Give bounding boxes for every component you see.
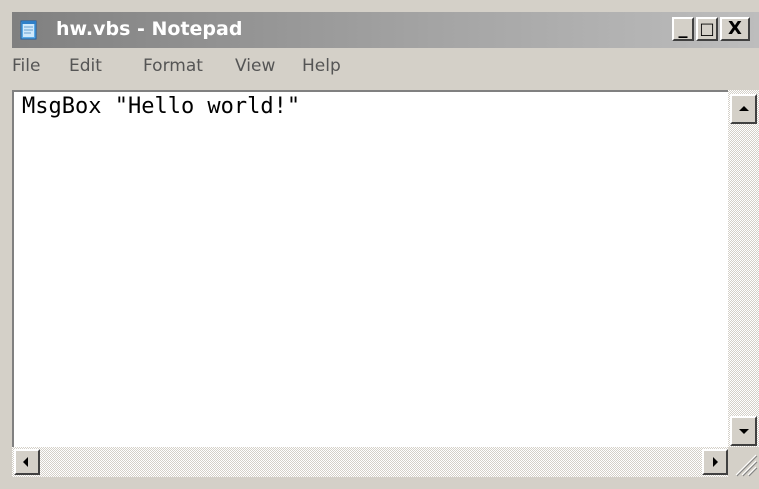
arrow-right-icon [713,457,718,467]
minimize-button[interactable]: _ [672,17,694,41]
notepad-icon [20,20,37,40]
menu-bar: File Edit Format View Help [12,48,759,88]
menu-view[interactable]: View [235,56,275,76]
scroll-up-button[interactable] [730,94,757,124]
close-button[interactable]: X [720,17,750,41]
menu-file[interactable]: File [12,56,40,76]
window-title: hw.vbs - Notepad [56,18,243,40]
resize-grip-icon [735,454,758,477]
arrow-up-icon [739,106,749,111]
scroll-left-button[interactable] [14,449,40,475]
horizontal-scrollbar[interactable] [12,447,728,477]
menu-edit[interactable]: Edit [69,56,102,76]
scroll-down-button[interactable] [730,416,757,446]
arrow-left-icon [23,457,28,467]
arrow-down-icon [739,429,749,434]
resize-grip[interactable] [728,447,759,477]
menu-format[interactable]: Format [143,56,203,76]
menu-help[interactable]: Help [302,56,341,76]
editor-content[interactable]: MsgBox "Hello world!" [22,94,300,119]
window-bottom-border [0,477,759,489]
vertical-scrollbar[interactable] [728,90,759,447]
notepad-window: hw.vbs - Notepad _ □ X File Edit Format … [0,0,759,489]
text-editor[interactable]: MsgBox "Hello world!" [12,90,728,447]
maximize-button[interactable]: □ [696,17,718,41]
scroll-right-button[interactable] [702,449,728,475]
title-bar[interactable]: hw.vbs - Notepad _ □ X [12,12,759,48]
